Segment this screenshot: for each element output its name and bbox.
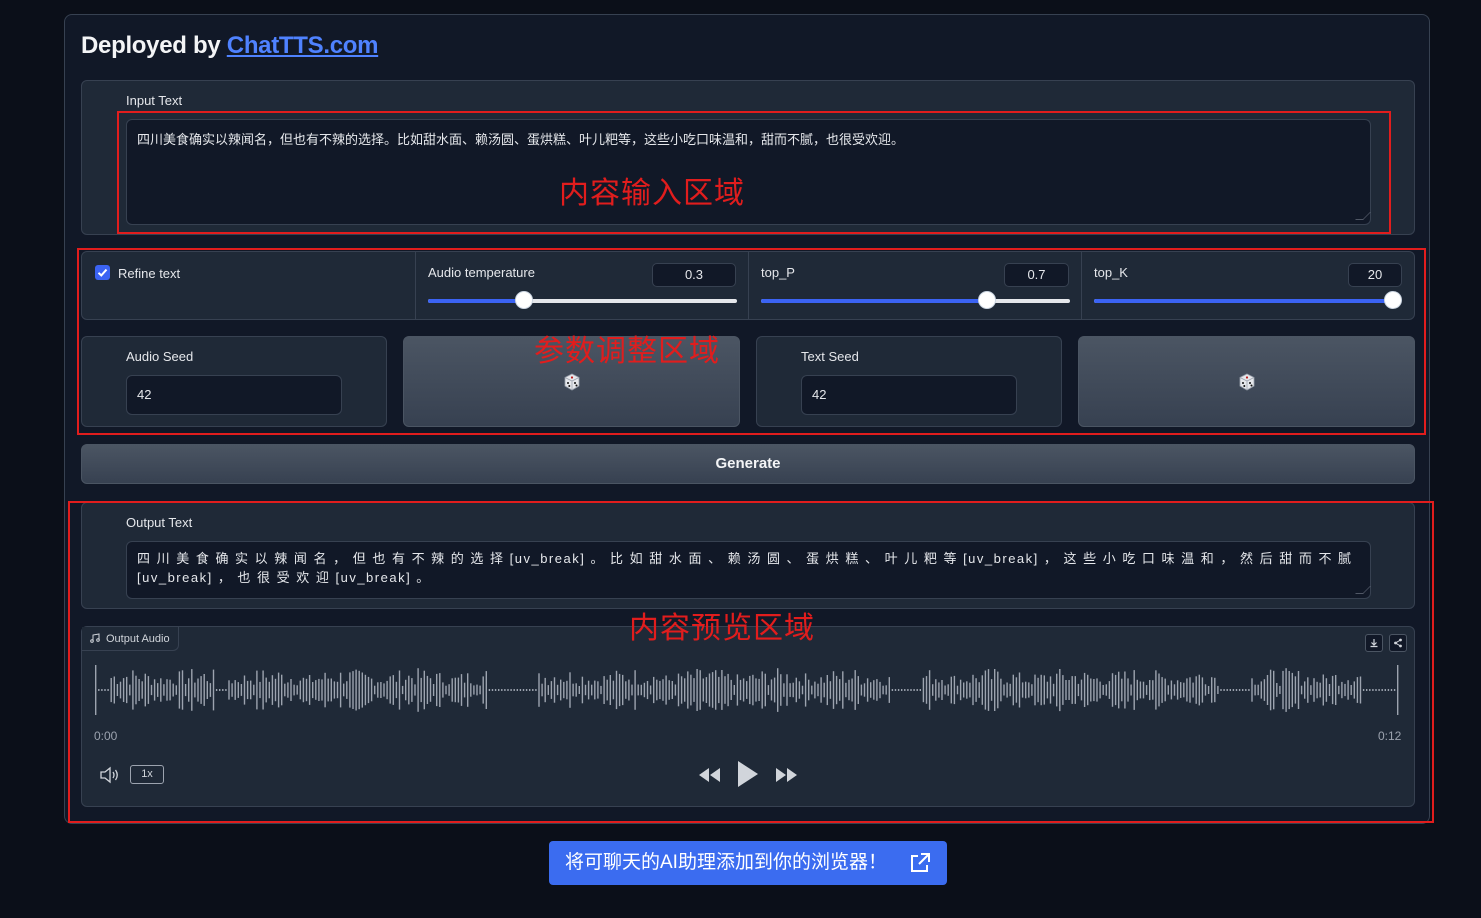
page-title: Deployed by ChatTTS.com xyxy=(81,32,378,60)
add-extension-label: 将可聊天的AI助理添加到你的浏览器！ xyxy=(565,852,887,873)
title-prefix: Deployed by xyxy=(81,32,221,59)
chattts-link[interactable]: ChatTTS.com xyxy=(227,32,379,59)
add-extension-button[interactable]: 将可聊天的AI助理添加到你的浏览器！ xyxy=(549,841,947,885)
preview-area-annotation-box xyxy=(68,501,1434,823)
input-text-label: Input Text xyxy=(126,93,183,108)
input-area-annotation-box xyxy=(117,111,1391,234)
input-area-annotation: 内容输入区域 xyxy=(559,177,745,210)
preview-area-annotation: 内容预览区域 xyxy=(629,612,815,645)
params-area-annotation-box xyxy=(77,248,1426,435)
params-area-annotation: 参数调整区域 xyxy=(534,335,720,368)
external-link-icon xyxy=(911,853,930,872)
generate-button[interactable]: Generate xyxy=(81,444,1415,484)
